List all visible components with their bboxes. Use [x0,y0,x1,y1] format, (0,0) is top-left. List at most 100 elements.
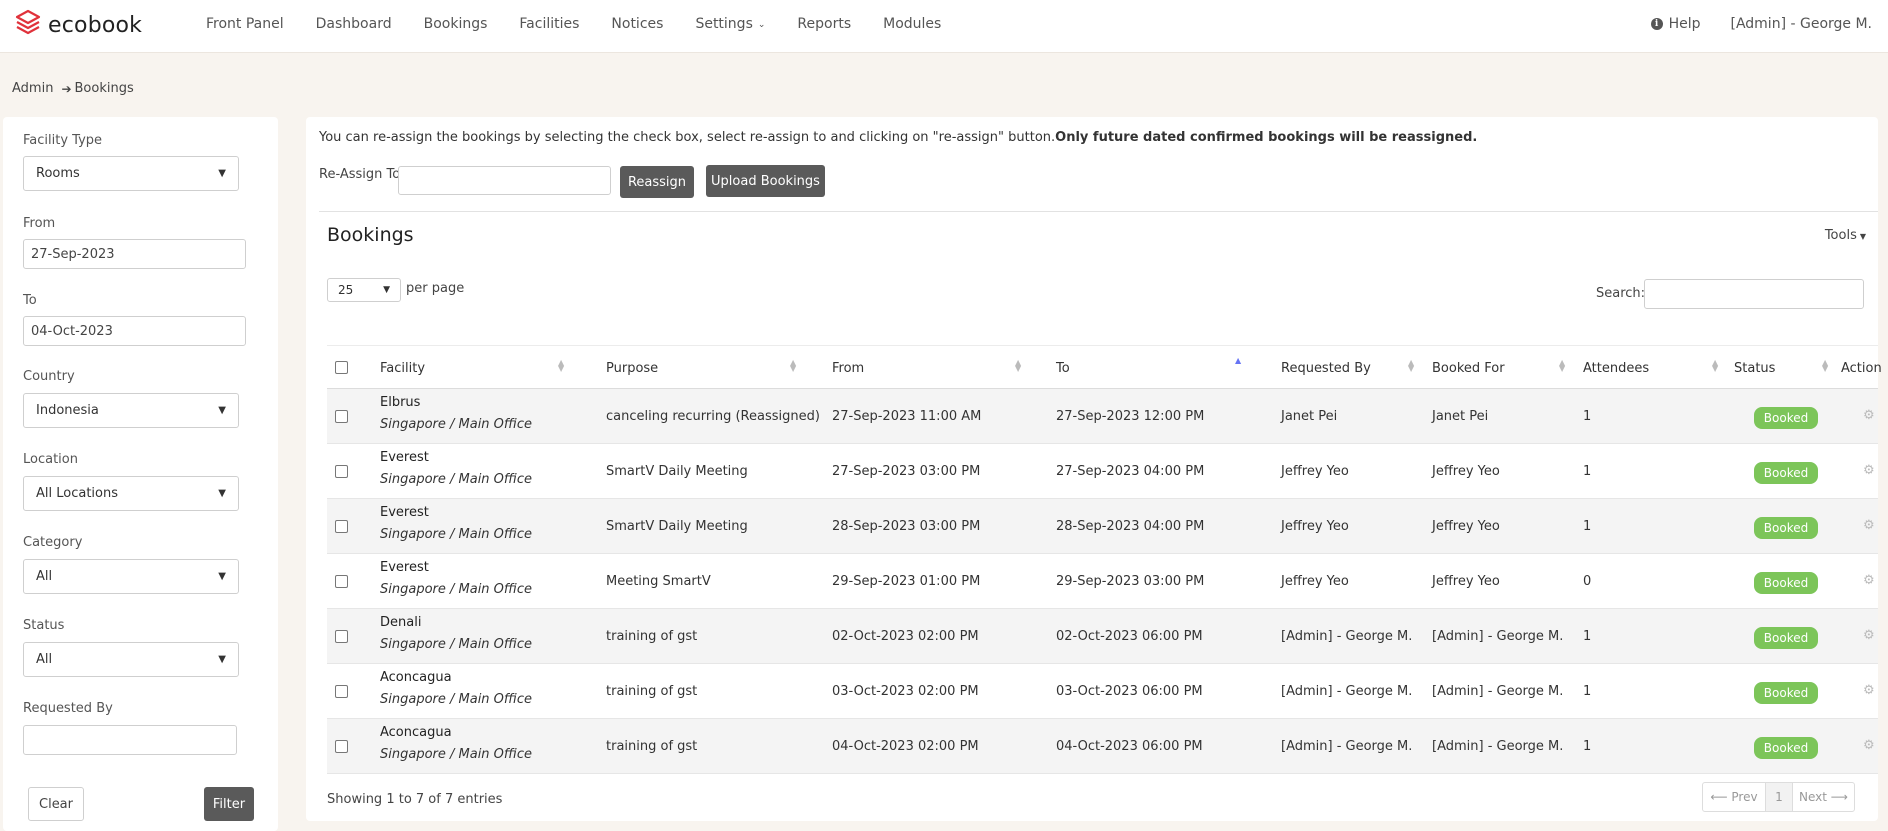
requested-by-cell: [Admin] - George M. [1281,629,1413,644]
location-select[interactable]: All Locations ▼ [23,476,239,511]
breadcrumb-admin[interactable]: Admin [12,81,53,96]
nav-notices[interactable]: Notices [611,16,663,32]
help-link[interactable]: i Help [1650,16,1701,32]
per-page-label: per page [406,281,465,296]
nav-dashboard[interactable]: Dashboard [316,16,392,32]
page-title: Bookings [327,224,414,246]
gear-icon[interactable]: ⚙ [1863,463,1875,478]
row-checkbox[interactable] [335,410,348,423]
row-checkbox[interactable] [335,520,348,533]
facility-location: Singapore / Main Office [380,692,533,707]
nav-modules[interactable]: Modules [883,16,941,32]
gear-icon[interactable]: ⚙ [1863,738,1875,753]
ecobook-logo-icon [14,9,42,41]
breadcrumb: Admin ➔ Bookings [12,81,134,96]
col-requested-by[interactable]: Requested By [1281,346,1371,390]
requested-by-cell: Jeffrey Yeo [1281,464,1349,479]
col-attendees[interactable]: Attendees [1583,346,1649,390]
arrow-right-icon: ➔ [61,81,72,96]
row-checkbox[interactable] [335,740,348,753]
col-purpose[interactable]: Purpose [606,346,658,390]
search-input[interactable] [1644,279,1864,309]
status-badge: Booked [1754,407,1818,429]
facility-type-label: Facility Type [23,133,103,148]
to-date-input[interactable]: 04-Oct-2023 [23,316,246,346]
row-checkbox[interactable] [335,685,348,698]
reassign-to-input[interactable] [398,166,611,195]
from-cell: 28-Sep-2023 03:00 PM [832,519,981,534]
row-checkbox[interactable] [335,575,348,588]
facility-name[interactable]: Everest [380,560,532,575]
filter-button[interactable]: Filter [204,787,254,821]
to-cell: 02-Oct-2023 06:00 PM [1056,629,1203,644]
per-page-select[interactable]: 25 ▼ [327,278,401,302]
status-badge: Booked [1754,627,1818,649]
select-all-checkbox[interactable] [335,361,348,374]
chevron-down-icon: ⌄ [757,20,766,30]
facility-name[interactable]: Aconcagua [380,725,532,740]
facility-cell: Everest Singapore / Main Office [380,505,532,542]
col-booked-for[interactable]: Booked For [1432,346,1505,390]
status-label: Status [23,618,65,633]
page-number[interactable]: 1 [1766,783,1793,811]
next-page-button[interactable]: Next ⟶ [1793,783,1854,811]
nav-front-panel[interactable]: Front Panel [206,16,284,32]
facility-name[interactable]: Elbrus [380,395,532,410]
gear-icon[interactable]: ⚙ [1863,408,1875,423]
from-cell: 29-Sep-2023 01:00 PM [832,574,981,589]
requested-by-input[interactable] [23,725,237,755]
entries-info: Showing 1 to 7 of 7 entries [327,792,503,807]
status-select[interactable]: All ▼ [23,642,239,677]
facility-name[interactable]: Everest [380,450,532,465]
country-select[interactable]: Indonesia ▼ [23,393,239,428]
prev-page-button[interactable]: ⟵ Prev [1703,783,1766,811]
gear-icon[interactable]: ⚙ [1863,518,1875,533]
to-cell: 27-Sep-2023 04:00 PM [1056,464,1205,479]
status-badge: Booked [1754,572,1818,594]
reassign-button[interactable]: Reassign [620,166,694,198]
col-from[interactable]: From [832,346,864,390]
nav-settings[interactable]: Settings ⌄ [695,16,765,32]
gear-icon[interactable]: ⚙ [1863,573,1875,588]
clear-button[interactable]: Clear [28,787,84,821]
breadcrumb-current: Bookings [74,81,134,96]
status-value: All [36,652,53,667]
facility-type-value: Rooms [36,166,80,181]
requested-by-cell: [Admin] - George M. [1281,684,1413,699]
requested-by-cell: [Admin] - George M. [1281,739,1413,754]
upload-bookings-button[interactable]: Upload Bookings [706,165,825,197]
col-to[interactable]: To [1056,346,1070,390]
status-badge: Booked [1754,682,1818,704]
row-checkbox[interactable] [335,465,348,478]
facility-name[interactable]: Aconcagua [380,670,532,685]
col-status[interactable]: Status [1734,346,1775,390]
top-navbar: ecobook Front Panel Dashboard Bookings F… [0,0,1888,53]
facility-name[interactable]: Denali [380,615,532,630]
table-row: Denali Singapore / Main Office training … [327,609,1878,664]
to-cell: 04-Oct-2023 06:00 PM [1056,739,1203,754]
chevron-down-icon: ▼ [218,405,226,416]
nav-bookings[interactable]: Bookings [424,16,488,32]
help-label: Help [1668,16,1701,32]
tools-menu[interactable]: Tools ▼ [1825,228,1866,243]
logo[interactable]: ecobook [14,9,142,41]
user-menu[interactable]: [Admin] - George M. [1730,16,1872,32]
category-select[interactable]: All ▼ [23,559,239,594]
nav-facilities[interactable]: Facilities [519,16,579,32]
gear-icon[interactable]: ⚙ [1863,628,1875,643]
facility-name[interactable]: Everest [380,505,532,520]
gear-icon[interactable]: ⚙ [1863,683,1875,698]
tools-label: Tools [1824,228,1857,243]
nav-reports[interactable]: Reports [797,16,851,32]
sort-ascending-icon: ▲ [1235,356,1242,365]
bookings-table: Facility ▲ ▼ Purpose ▲ ▼ From ▲ ▼ To ▲ Requ… [327,345,1882,774]
col-facility[interactable]: Facility [380,346,425,390]
from-cell: 04-Oct-2023 02:00 PM [832,739,979,754]
attendees-cell: 1 [1583,409,1592,424]
facility-type-select[interactable]: Rooms ▼ [23,156,239,191]
status-badge: Booked [1754,517,1818,539]
purpose-cell: Meeting SmartV [606,574,711,589]
from-date-input[interactable]: 27-Sep-2023 [23,239,246,269]
location-value: All Locations [36,486,119,501]
row-checkbox[interactable] [335,630,348,643]
